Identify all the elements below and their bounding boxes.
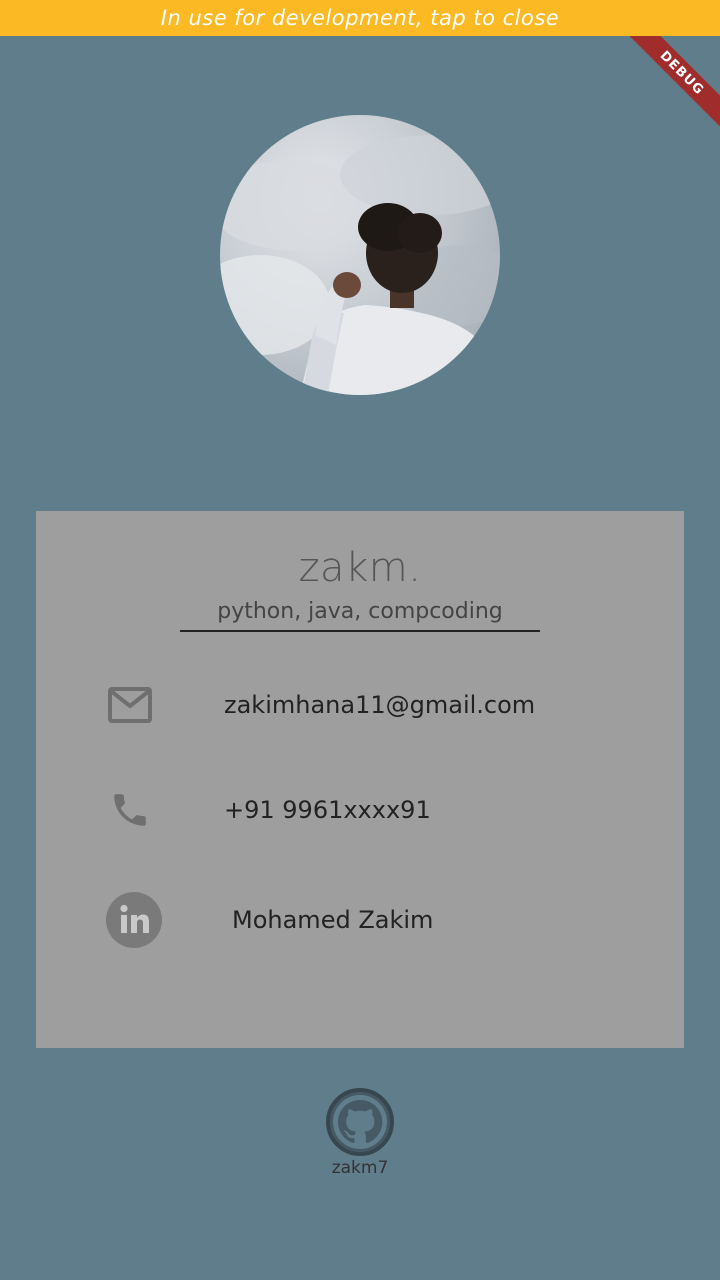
profile-card: zakm. python, java, compcoding zakimhana… xyxy=(36,511,684,1048)
mail-icon xyxy=(102,677,158,733)
linkedin-icon xyxy=(106,892,162,948)
debug-ribbon-label: DEBUG xyxy=(656,47,708,99)
dev-mode-banner[interactable]: In use for development, tap to close xyxy=(0,0,720,36)
divider xyxy=(180,630,540,632)
email-text: zakimhana11@gmail.com xyxy=(224,691,536,719)
linkedin-row[interactable]: Mohamed Zakim xyxy=(36,890,684,950)
phone-icon xyxy=(102,782,158,838)
dev-mode-banner-text: In use for development, tap to close xyxy=(160,6,560,30)
phone-row[interactable]: +91 9961xxxx91 xyxy=(36,780,684,840)
profile-avatar xyxy=(220,115,500,395)
linkedin-text: Mohamed Zakim xyxy=(232,906,434,934)
github-icon[interactable] xyxy=(326,1088,394,1156)
debug-ribbon: DEBUG xyxy=(630,36,720,126)
profile-name: zakm. xyxy=(298,545,422,591)
phone-text: +91 9961xxxx91 xyxy=(224,796,431,824)
github-username: zakm7 xyxy=(331,1158,389,1178)
email-row[interactable]: zakimhana11@gmail.com xyxy=(36,675,684,735)
profile-skills: python, java, compcoding xyxy=(217,599,503,624)
